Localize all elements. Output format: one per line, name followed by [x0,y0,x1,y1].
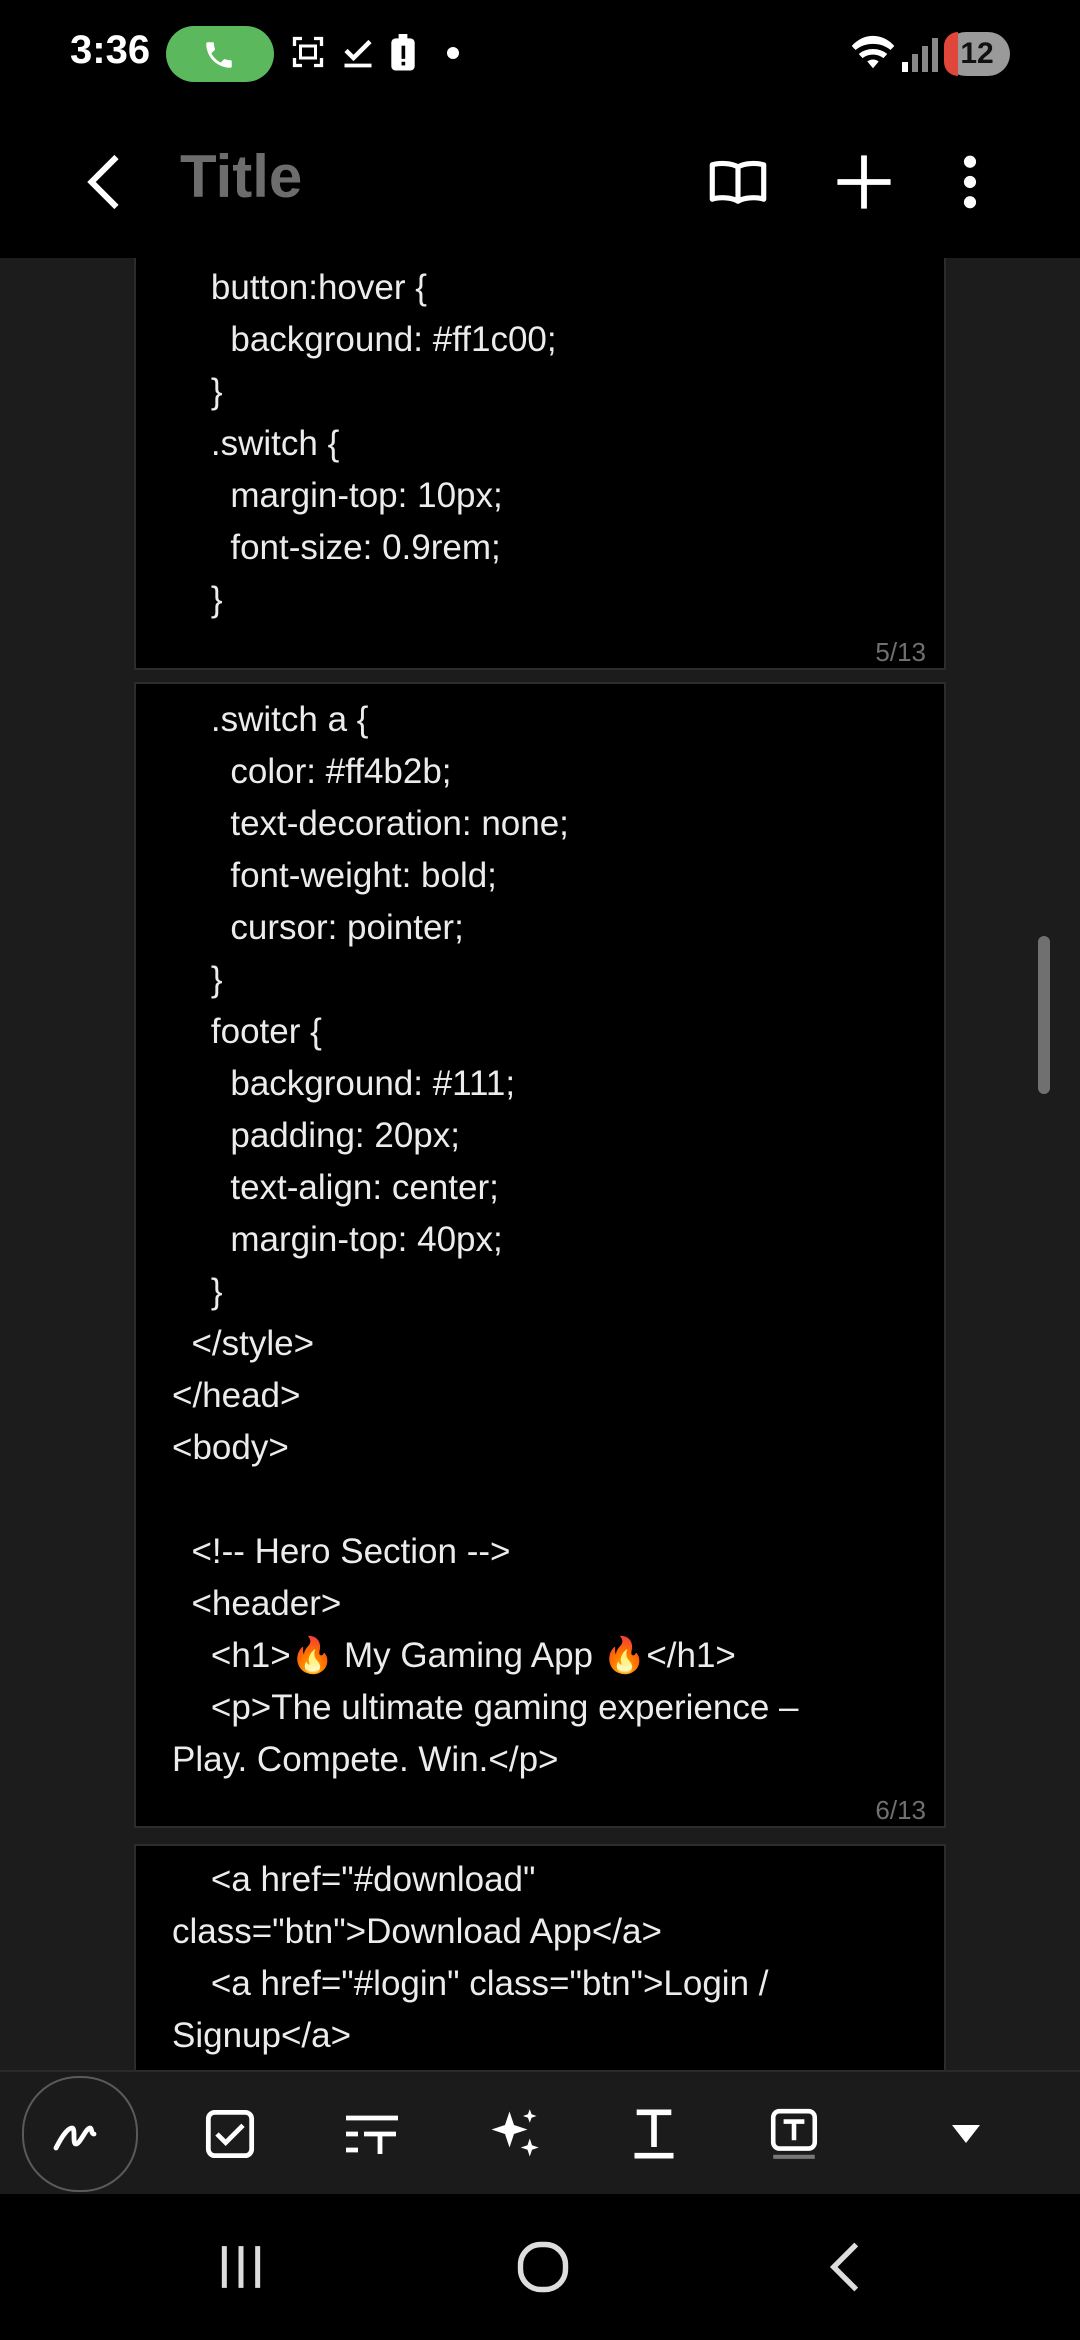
call-icon [206,42,232,68]
status-time: 3:36 [70,28,151,72]
notification-count-badge: 12 [944,32,1010,76]
page-7-code-text[interactable]: <a href="#download" class="btn">Download… [172,1854,914,2062]
page-5[interactable]: button:hover { background: #ff1c00; } .s… [134,258,946,670]
more-options-button[interactable] [928,140,1012,224]
signal-icon [902,38,938,72]
ai-assist-button[interactable] [464,2084,564,2184]
page-5-code-text[interactable]: button:hover { background: #ff1c00; } .s… [172,262,914,626]
ai-sparkle-icon [491,2109,539,2157]
checkbox-button[interactable] [180,2084,280,2184]
dropdown-arrow-icon [952,2125,980,2143]
check-icon [344,39,372,68]
page-7[interactable]: <a href="#download" class="btn">Download… [134,1844,946,2070]
text-size-icon [346,2115,398,2154]
recents-icon [221,2246,261,2288]
back-icon [87,154,119,210]
page-6[interactable]: .switch a { color: #ff4b2b; text-decorat… [134,682,946,1828]
text-box-button[interactable] [744,2084,844,2184]
ongoing-call-pill[interactable] [166,26,274,82]
wifi-icon [851,35,895,69]
dot-icon [447,47,459,59]
book-icon [709,160,767,204]
home-button[interactable] [498,2232,588,2302]
status-bar: 3:36 12 [0,0,1080,110]
screenshot-icon [292,36,324,68]
back-nav-button[interactable] [800,2232,890,2302]
back-icon [829,2242,859,2292]
recents-button[interactable] [196,2232,286,2302]
reading-mode-button[interactable] [696,140,780,224]
add-button[interactable] [822,140,906,224]
edit-toolbar [0,2070,1080,2196]
pen-icon [53,2125,97,2151]
pen-button[interactable] [22,2076,138,2192]
page-number: 5/13 [875,637,926,667]
system-nav-bar [0,2194,1080,2340]
text-size-button[interactable] [322,2084,422,2184]
text-format-icon [634,2109,674,2159]
scrollbar[interactable] [1038,936,1050,1094]
note-content[interactable]: button:hover { background: #ff1c00; } .s… [0,258,1080,2070]
more-icon [963,155,977,209]
note-title[interactable]: Title [180,142,302,211]
page-6-code-text[interactable]: .switch a { color: #ff4b2b; text-decorat… [172,694,914,1786]
text-box-icon [770,2108,818,2159]
dropdown-button[interactable] [916,2084,1016,2184]
app-bar: Title [0,110,1080,260]
text-format-button[interactable] [604,2084,704,2184]
page-number: 6/13 [875,1795,926,1825]
add-icon [837,155,891,209]
alert-icon [391,34,415,71]
checkbox-icon [205,2109,255,2159]
back-button[interactable] [62,140,146,224]
home-icon [517,2241,569,2293]
